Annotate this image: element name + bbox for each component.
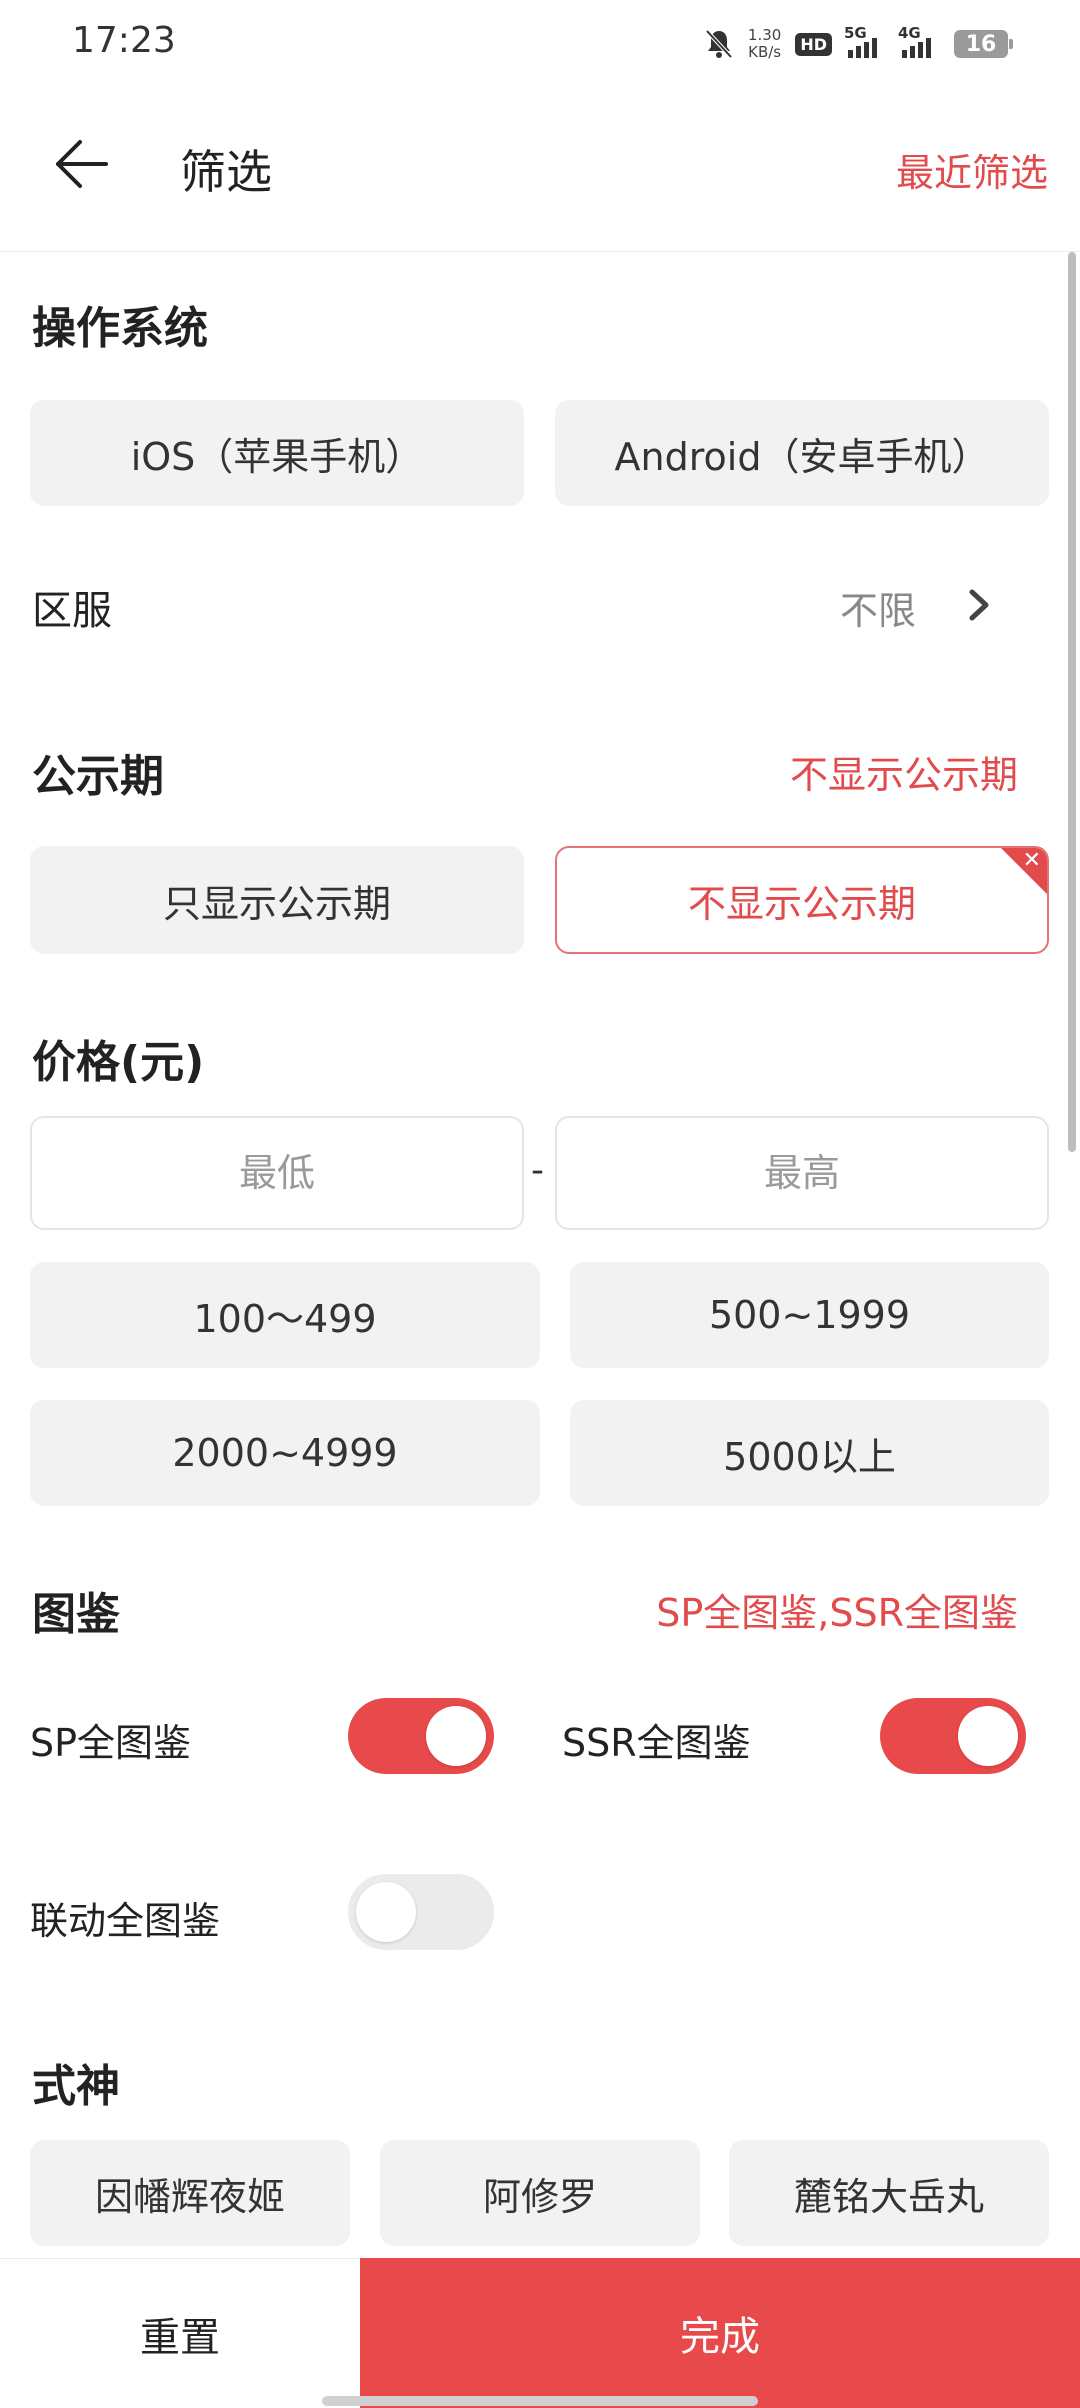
price-range-option[interactable]: 500~1999 [570, 1262, 1049, 1368]
page-title: 筛选 [180, 145, 272, 199]
mute-bell-icon [705, 29, 733, 59]
net-speed-unit: KB/s [748, 43, 782, 61]
collab-toggle[interactable] [348, 1874, 494, 1950]
price-range-option[interactable]: 100～499 [30, 1262, 540, 1368]
price-max-input[interactable] [555, 1116, 1049, 1230]
shikigami-option[interactable]: 阿修罗 [380, 2140, 700, 2246]
sp-toggle[interactable] [348, 1698, 494, 1774]
scrollbar[interactable] [1068, 252, 1076, 1152]
signal-4g-icon: 4G [898, 24, 940, 58]
region-value: 不限 [839, 589, 916, 633]
close-icon: ✕ [1022, 848, 1041, 873]
shikigami-option[interactable]: 麓铭大岳丸 [729, 2140, 1049, 2246]
signal-4g-label: 4G [898, 24, 921, 42]
signal-5g-label: 5G [844, 24, 867, 42]
home-indicator[interactable] [322, 2396, 758, 2406]
publicity-option-hide[interactable]: 不显示公示期 ✕ [555, 846, 1049, 954]
status-time: 17:23 [72, 20, 176, 61]
hd-icon: HD [795, 32, 832, 56]
price-separator: - [531, 1150, 544, 1191]
publicity-selected-text: 不显示公示期 [789, 753, 1018, 797]
arrow-left-icon[interactable] [52, 134, 112, 194]
shikigami-option[interactable]: 因幡辉夜姬 [30, 2140, 350, 2246]
price-section-title: 价格(元) [32, 1037, 205, 1088]
price-range-option[interactable]: 5000以上 [570, 1400, 1049, 1506]
os-section-title: 操作系统 [32, 303, 208, 354]
status-bar: 17:23 1.30 KB/s HD 5G 4G 16 [0, 0, 1080, 86]
price-range-option[interactable]: 2000~4999 [30, 1400, 540, 1506]
header: 筛选 最近筛选 [0, 86, 1080, 252]
ssr-toggle[interactable] [880, 1698, 1026, 1774]
reset-button[interactable]: 重置 [0, 2258, 360, 2408]
shikigami-section-title: 式神 [32, 2061, 120, 2112]
battery-icon: 16 [954, 30, 1013, 58]
toggle-label-sp: SP全图鉴 [30, 1721, 192, 1765]
illustration-section-title: 图鉴 [32, 1589, 120, 1640]
done-button[interactable]: 完成 [360, 2258, 1080, 2408]
region-label: 区服 [32, 588, 112, 634]
toggle-label-ssr: SSR全图鉴 [562, 1721, 751, 1765]
status-icons: 1.30 KB/s HD 5G 4G 16 [704, 22, 1013, 66]
toggle-label-collab: 联动全图鉴 [30, 1899, 221, 1943]
bottom-bar: 重置 完成 [0, 2258, 1080, 2408]
publicity-option-hide-label: 不显示公示期 [687, 881, 916, 926]
chevron-right-icon [969, 589, 989, 621]
os-option-ios[interactable]: iOS（苹果手机） [30, 400, 524, 506]
net-speed: 1.30 KB/s [748, 27, 781, 61]
price-min-input[interactable] [30, 1116, 524, 1230]
recent-filter-button[interactable]: 最近筛选 [896, 142, 1048, 197]
os-option-android[interactable]: Android（安卓手机） [555, 400, 1049, 506]
illustration-selected-text: SP全图鉴,SSR全图鉴 [656, 1591, 1018, 1635]
publicity-option-show-only[interactable]: 只显示公示期 [30, 846, 524, 954]
signal-5g-icon: 5G [844, 24, 886, 58]
net-speed-value: 1.30 [747, 26, 782, 44]
publicity-section-title: 公示期 [32, 751, 164, 802]
